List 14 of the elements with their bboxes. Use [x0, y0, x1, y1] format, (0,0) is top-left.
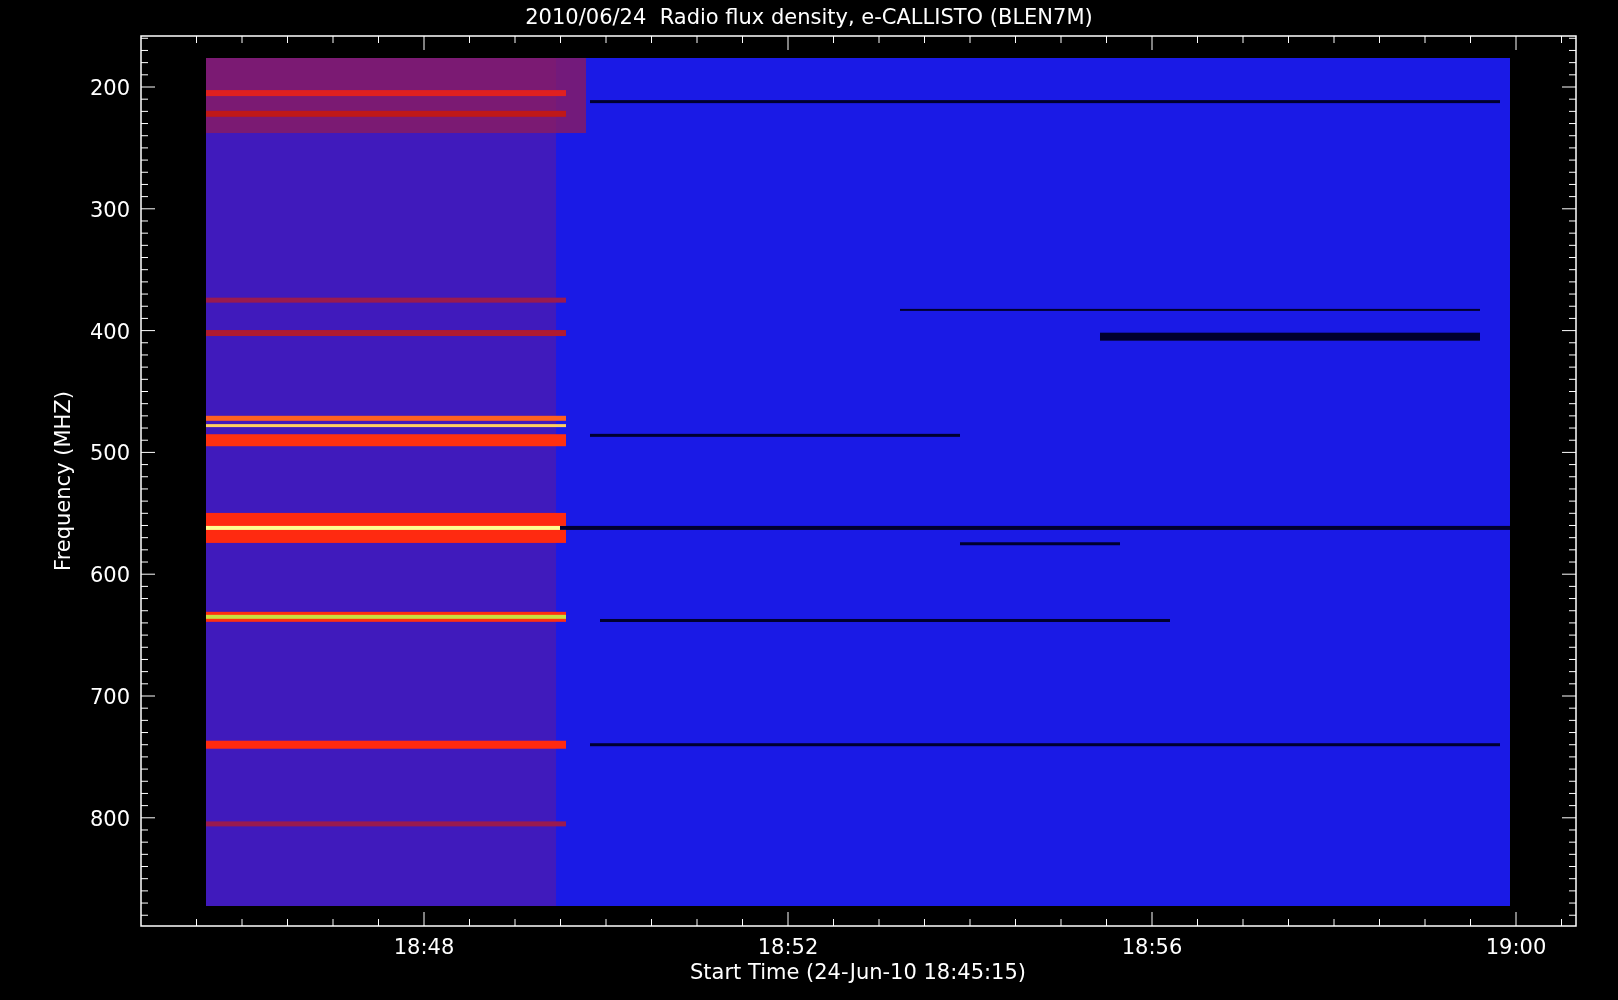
- y-tick-label: 200: [89, 76, 130, 100]
- x-tick-label: 18:52: [757, 935, 819, 959]
- y-tick-label: 300: [89, 197, 130, 222]
- y-axis-label: Frequency (MHZ): [51, 391, 75, 571]
- y-tick-label: 500: [89, 441, 130, 466]
- y-tick-label: 700: [89, 685, 130, 709]
- x-tick-label: 18:56: [1121, 935, 1183, 959]
- x-tick-label: 19:00: [1485, 935, 1547, 959]
- plot-title: 2010/06/24 Radio flux density, e-CALLISTO (BLEN7M): [525, 5, 1093, 29]
- x-axis-label: Start Time (24-Jun-10 18:45:15): [690, 960, 1026, 984]
- y-tick-label: 400: [89, 319, 130, 344]
- y-tick-label: 800: [89, 806, 130, 831]
- x-tick-label: 18:48: [393, 935, 455, 959]
- y-tick-label: 600: [89, 563, 130, 588]
